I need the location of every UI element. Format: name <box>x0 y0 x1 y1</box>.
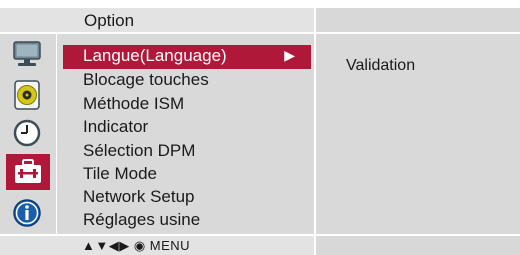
menu-item-ism-method[interactable]: Méthode ISM <box>63 93 311 117</box>
menu-item-label: Indicator <box>83 117 149 136</box>
clock-icon[interactable] <box>10 118 44 148</box>
osd-menu: Option Langue(Language) ▶ Blocage touche… <box>0 0 520 255</box>
menu-item-dpm-select[interactable]: Sélection DPM <box>63 140 311 164</box>
menu-item-indicator[interactable]: Indicator <box>63 116 311 140</box>
menu-item-label: Tile Mode <box>83 164 158 183</box>
toolbox-icon[interactable] <box>6 154 50 190</box>
header-right-bar <box>316 8 520 32</box>
menu-item-network-setup[interactable]: Network Setup <box>63 186 311 210</box>
menu-item-label: Network Setup <box>83 187 195 206</box>
menu-item-key-lock[interactable]: Blocage touches <box>63 69 311 93</box>
monitor-icon[interactable] <box>10 40 44 70</box>
submenu-arrow-icon: ▶ <box>284 47 295 63</box>
footer-right-bar <box>316 236 520 255</box>
header-bar: Option <box>0 8 314 32</box>
footer-bar: ▲▼◀▶ ◉ MENU <box>0 236 314 255</box>
menu-item-label: Blocage touches <box>83 70 209 89</box>
menu-item-tile-mode[interactable]: Tile Mode <box>63 163 311 187</box>
page-title: Option <box>84 11 135 30</box>
menu-item-label: Méthode ISM <box>83 94 185 113</box>
disc-icon[interactable] <box>10 80 44 110</box>
navigation-hint: ▲▼◀▶ ◉ MENU <box>82 238 191 253</box>
menu-item-label: Sélection DPM <box>83 141 196 160</box>
menu-item-factory-reset[interactable]: Réglages usine <box>63 209 311 233</box>
menu-item-language[interactable]: Langue(Language) ▶ <box>63 45 311 69</box>
menu-item-label: Réglages usine <box>83 210 201 229</box>
menu-item-label: Langue(Language) <box>83 46 227 65</box>
validation-option[interactable]: Validation <box>346 57 415 75</box>
info-icon[interactable] <box>10 198 44 228</box>
category-rail <box>0 34 56 234</box>
